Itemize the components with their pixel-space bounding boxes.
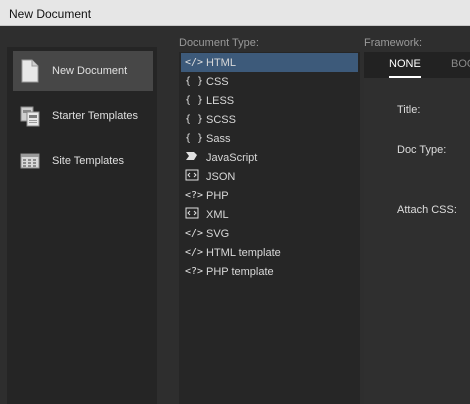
doc-type-label: Sass [206, 132, 231, 145]
php-icon: <?> [185, 190, 203, 201]
category-panel: New Document Starter Templates Site Temp… [7, 47, 157, 404]
braces-icon: { } [185, 114, 203, 125]
xml-icon [185, 207, 203, 222]
doc-type-label: PHP [206, 189, 229, 202]
braces-icon: { } [185, 95, 203, 106]
doc-type-item-php[interactable]: <?> PHP [181, 186, 358, 205]
php-icon: <?> [185, 266, 203, 277]
javascript-icon [185, 150, 203, 165]
dialog-content: New Document Starter Templates Site Temp… [0, 26, 470, 404]
doc-type-field-label: Doc Type: [397, 144, 447, 156]
document-type-label: Document Type: [179, 37, 259, 49]
braces-icon: { } [185, 133, 203, 144]
category-label: Starter Templates [52, 110, 139, 122]
doc-type-item-html-template[interactable]: </> HTML template [181, 243, 358, 262]
braces-icon: { } [185, 76, 203, 87]
attach-css-field-label: Attach CSS: [397, 204, 457, 216]
tab-bootstrap[interactable]: BOO [451, 58, 470, 70]
title-bar: New Document [0, 0, 470, 26]
doc-type-label: CSS [206, 75, 229, 88]
doc-type-item-sass[interactable]: { } Sass [181, 129, 358, 148]
site-templates-icon [20, 149, 40, 173]
code-tag-icon: </> [185, 247, 203, 258]
doc-type-label: SVG [206, 227, 230, 240]
doc-type-item-json[interactable]: JSON [181, 167, 358, 186]
doc-type-item-scss[interactable]: { } SCSS [181, 110, 358, 129]
doc-type-label: LESS [206, 94, 235, 107]
doc-type-item-css[interactable]: { } CSS [181, 72, 358, 91]
category-starter-templates[interactable]: Starter Templates [13, 96, 153, 136]
starter-templates-icon [20, 104, 40, 128]
framework-label: Framework: [364, 37, 423, 49]
doc-type-item-javascript[interactable]: JavaScript [181, 148, 358, 167]
window-title: New Document [9, 7, 92, 21]
doc-type-label: JavaScript [206, 151, 258, 164]
code-tag-icon: </> [185, 57, 203, 68]
framework-tabs: NONE BOO [364, 52, 470, 78]
category-label: New Document [52, 65, 128, 77]
doc-type-label: HTML [206, 56, 236, 69]
doc-type-label: JSON [206, 170, 236, 183]
category-label: Site Templates [52, 155, 124, 167]
doc-type-item-html[interactable]: </> HTML [181, 53, 358, 72]
doc-type-item-svg[interactable]: </> SVG [181, 224, 358, 243]
doc-type-item-php-template[interactable]: <?> PHP template [181, 262, 358, 281]
code-tag-icon: </> [185, 228, 203, 239]
doc-type-item-less[interactable]: { } LESS [181, 91, 358, 110]
doc-type-label: PHP template [206, 265, 274, 278]
active-tab-underline [389, 76, 421, 78]
document-icon [20, 59, 40, 83]
json-icon [185, 169, 203, 184]
doc-type-label: HTML template [206, 246, 281, 259]
category-site-templates[interactable]: Site Templates [13, 141, 153, 181]
category-new-document[interactable]: New Document [13, 51, 153, 91]
doc-type-label: SCSS [206, 113, 236, 126]
document-type-list: </> HTML { } CSS { } LESS { } SCSS { } S… [179, 52, 360, 404]
tab-none[interactable]: NONE [389, 58, 421, 70]
title-field-label: Title: [397, 104, 421, 116]
doc-type-label: XML [206, 208, 229, 221]
doc-type-item-xml[interactable]: XML [181, 205, 358, 224]
